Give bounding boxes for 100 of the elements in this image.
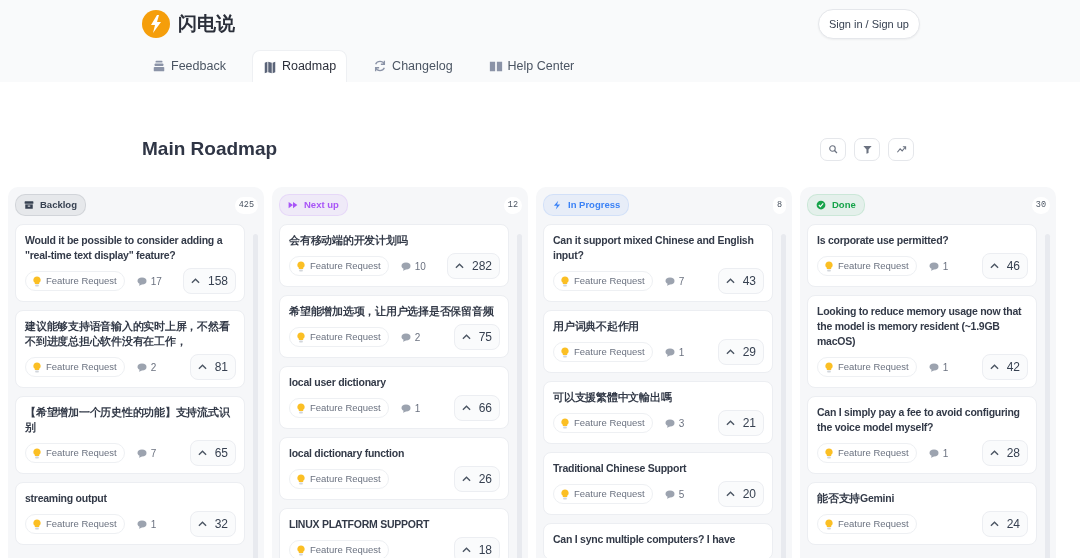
comment-count: 1	[664, 344, 685, 360]
lightbulb-icon	[561, 346, 569, 358]
card-title: Traditional Chinese Support	[553, 461, 688, 477]
card-title: Can I sync multiple computers? I have	[553, 532, 737, 548]
comment-count: 3	[664, 415, 685, 431]
filter-button[interactable]	[854, 138, 880, 161]
upvote-button[interactable]: 29	[717, 339, 764, 366]
sign-in-button[interactable]: Sign in / Sign up	[817, 8, 920, 40]
search-icon	[827, 144, 839, 155]
item-count: 12	[503, 196, 522, 214]
refresh-icon	[373, 59, 388, 73]
chevron-up-icon	[725, 420, 735, 427]
upvote-button[interactable]: 32	[189, 511, 236, 538]
request-card[interactable]: 会有移动端的开发计划吗 Feature Request 10 282	[279, 224, 509, 288]
chevron-up-icon	[461, 476, 471, 483]
archive-icon	[24, 200, 34, 211]
map-icon	[262, 59, 277, 74]
upvote-button[interactable]: 282	[446, 253, 500, 280]
trend-button[interactable]	[888, 138, 914, 161]
card-title: 用户词典不起作用	[553, 319, 640, 335]
card-title: streaming output	[25, 491, 108, 507]
request-card[interactable]: 希望能增加选项，让用户选择是否保留音频 Feature Request 2 75	[279, 295, 509, 359]
card-title: Can I simply pay a fee to avoid configuring the voice model myself?	[817, 405, 1021, 436]
upvote-button[interactable]: 46	[981, 253, 1028, 280]
card-title: 能否支持Gemini	[817, 491, 896, 507]
chevron-up-icon	[989, 450, 999, 457]
comment-count: 7	[136, 445, 157, 461]
comment-count: 1	[928, 445, 949, 461]
request-card[interactable]: streaming output Feature Request 1 32	[15, 482, 245, 546]
lightbulb-icon	[825, 447, 833, 459]
upvote-button[interactable]: 81	[189, 354, 236, 381]
book-icon	[488, 59, 503, 73]
request-card[interactable]: 可以支援繁體中文輸出嗎 Feature Request 3 21	[543, 381, 773, 445]
upvote-button[interactable]: 42	[981, 354, 1028, 381]
card-title: local dictionary function	[289, 446, 406, 462]
comment-count: 7	[664, 273, 685, 289]
nav-tab[interactable]: Feedback	[142, 50, 236, 82]
request-card[interactable]: LINUX PLATFORM SUPPORT Feature Request 18	[279, 508, 509, 558]
upvote-button[interactable]: 75	[453, 324, 500, 351]
request-card[interactable]: Can it support mixed Chinese and English input? Feature Request 7 43	[543, 224, 773, 303]
request-card[interactable]: local user dictionary Feature Request 1 66	[279, 366, 509, 430]
chevron-up-icon	[197, 364, 207, 371]
comment-count: 1	[928, 258, 949, 274]
comment-icon	[928, 261, 939, 271]
comment-count: 10	[400, 258, 426, 274]
item-count: 425	[234, 196, 258, 214]
request-card[interactable]: 能否支持Gemini Feature Request 24	[807, 482, 1037, 546]
card-title: 可以支援繁體中文輸出嗎	[553, 390, 673, 406]
status-label: Backlog	[15, 194, 86, 217]
lightbulb-icon	[33, 361, 41, 373]
nav-tab[interactable]: Help Center	[478, 50, 585, 82]
check-icon	[816, 200, 826, 211]
chevron-up-icon	[454, 263, 464, 270]
upvote-button[interactable]: 66	[453, 395, 500, 422]
chevron-up-icon	[725, 349, 735, 356]
upvote-button[interactable]: 158	[182, 268, 236, 295]
upvote-button[interactable]: 43	[717, 268, 764, 295]
comment-icon	[664, 418, 675, 428]
card-title: local user dictionary	[289, 375, 387, 391]
lightbulb-icon	[297, 402, 305, 414]
chevron-up-icon	[197, 521, 207, 528]
nav-tab[interactable]: Roadmap	[251, 50, 348, 82]
chevron-up-icon	[989, 364, 999, 371]
status-label: In Progress	[543, 194, 630, 217]
request-card[interactable]: Can I sync multiple computers? I have	[543, 523, 773, 558]
request-card[interactable]: Looking to reduce memory usage now that the model is memory resident (~1.9GB macOS) Feature Request 1 42	[807, 295, 1037, 389]
nav-tab[interactable]: Changelog	[363, 50, 463, 82]
request-card[interactable]: Is corporate use permitted? Feature Request 1 46	[807, 224, 1037, 288]
upvote-button[interactable]: 18	[453, 537, 500, 558]
status-label: Done	[807, 194, 865, 217]
comment-icon	[136, 276, 147, 286]
request-card[interactable]: Would it be possible to consider adding a "real-time text display" feature? Feature Request 17 158	[15, 224, 245, 303]
upvote-button[interactable]: 24	[981, 511, 1028, 538]
request-card[interactable]: Can I simply pay a fee to avoid configuring the voice model myself? Feature Request 1 28	[807, 396, 1037, 475]
comment-icon	[136, 362, 147, 372]
card-title: Is corporate use permitted?	[817, 233, 950, 249]
lightbulb-icon	[825, 361, 833, 373]
comment-icon	[928, 362, 939, 372]
lightning-icon	[552, 200, 562, 211]
upvote-button[interactable]: 26	[453, 466, 500, 493]
comment-icon	[136, 448, 147, 458]
request-card[interactable]: Traditional Chinese Support Feature Request 5 20	[543, 452, 773, 516]
fast-forward-icon	[288, 200, 298, 211]
comment-icon	[664, 489, 675, 499]
chevron-up-icon	[461, 547, 471, 554]
item-count: 8	[772, 196, 786, 214]
upvote-button[interactable]: 20	[717, 481, 764, 508]
comment-icon	[400, 332, 411, 342]
upvote-button[interactable]: 65	[189, 440, 236, 467]
search-button[interactable]	[820, 138, 846, 161]
request-card[interactable]: local dictionary function Feature Request 26	[279, 437, 509, 501]
request-card[interactable]: 建议能够支持语音输入的实时上屏，不然看不到进度总担心软件没有在工作， Feature Request 2 81	[15, 310, 245, 389]
item-count: 30	[1031, 196, 1050, 214]
request-card[interactable]: 用户词典不起作用 Feature Request 1 29	[543, 310, 773, 374]
filter-icon	[861, 144, 873, 155]
card-title: 建议能够支持语音输入的实时上屏，不然看不到进度总担心软件没有在工作，	[25, 319, 231, 350]
upvote-button[interactable]: 21	[717, 410, 764, 437]
upvote-button[interactable]: 28	[981, 440, 1028, 467]
request-card[interactable]: 【希望增加一个历史性的功能】支持流式识别 Feature Request 7 65	[15, 396, 245, 475]
lightbulb-icon	[297, 331, 305, 343]
